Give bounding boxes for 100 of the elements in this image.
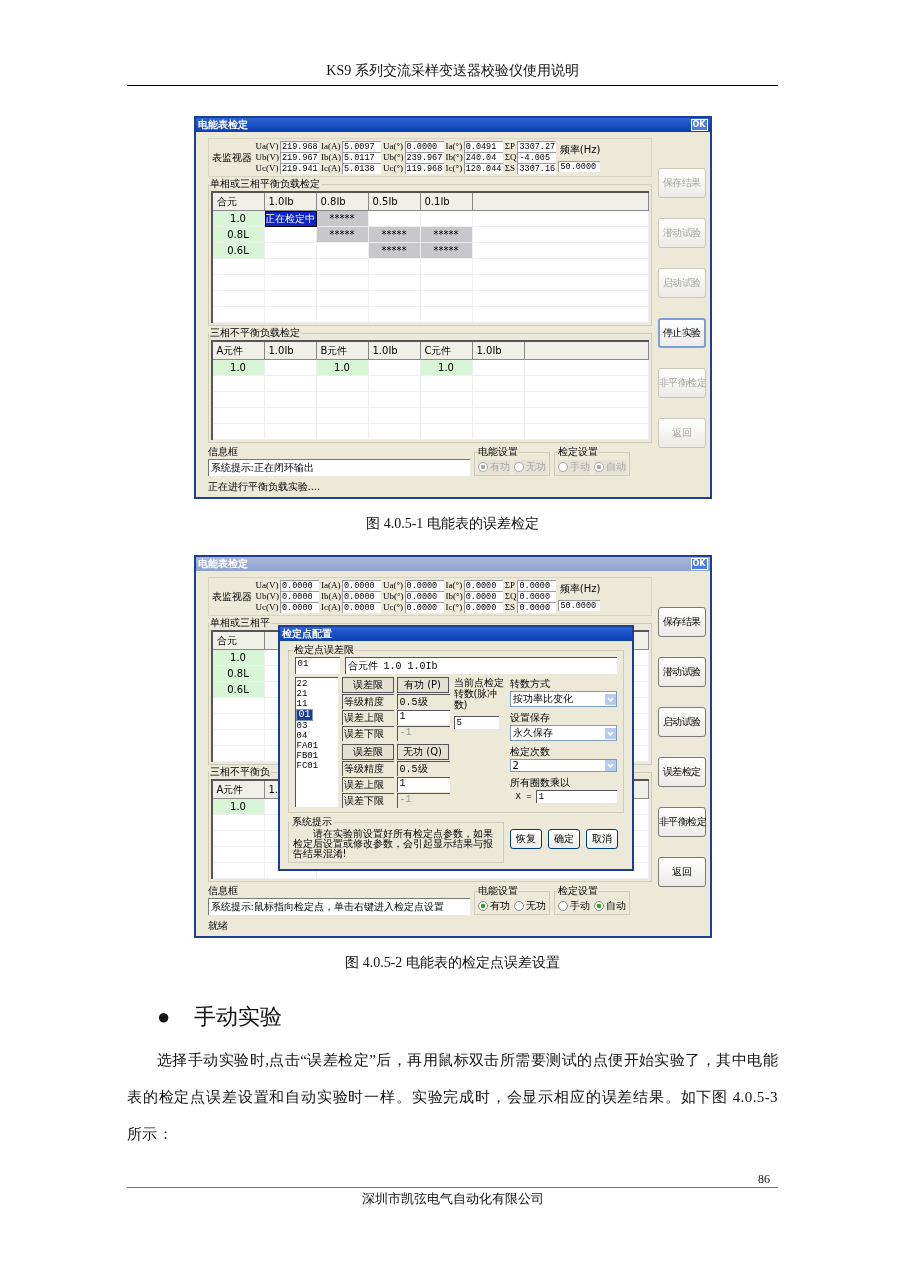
- table-cell[interactable]: *****: [368, 227, 421, 243]
- table-cell[interactable]: [316, 243, 369, 259]
- table-cell[interactable]: [212, 698, 265, 714]
- table-cell[interactable]: [212, 259, 265, 275]
- list-item[interactable]: FB01: [295, 751, 320, 761]
- action-button[interactable]: 启动试验: [657, 707, 706, 737]
- table-cell[interactable]: 0.6L: [212, 682, 265, 698]
- select-field[interactable]: 永久保存: [509, 725, 617, 741]
- table-cell[interactable]: [472, 275, 649, 291]
- table-cell[interactable]: *****: [420, 243, 473, 259]
- radio-button[interactable]: 无功: [513, 899, 546, 913]
- table-cell[interactable]: [212, 714, 265, 730]
- multiplier-field[interactable]: 1: [535, 790, 617, 803]
- table-cell[interactable]: [264, 227, 317, 243]
- table-cell[interactable]: [472, 211, 649, 227]
- table-cell[interactable]: *****: [420, 227, 473, 243]
- table-cell[interactable]: [420, 376, 473, 392]
- table-cell[interactable]: *****: [316, 211, 369, 227]
- table-cell[interactable]: 1.0: [212, 799, 265, 815]
- table-cell[interactable]: 1.0: [212, 211, 265, 227]
- table-cell[interactable]: [212, 815, 265, 831]
- table-cell[interactable]: [212, 730, 265, 746]
- radio-button[interactable]: 手动: [557, 899, 590, 913]
- list-item[interactable]: 01: [295, 709, 313, 721]
- table-cell[interactable]: [212, 847, 265, 863]
- table-cell[interactable]: [212, 424, 265, 440]
- action-button[interactable]: 停止实验: [657, 318, 706, 348]
- table-cell[interactable]: 1.0: [420, 360, 473, 376]
- ok-button[interactable]: OK: [690, 119, 708, 131]
- table-cell[interactable]: [472, 243, 649, 259]
- action-button[interactable]: 潜动试验: [657, 657, 706, 687]
- table-cell[interactable]: [212, 307, 265, 323]
- table-cell[interactable]: *****: [316, 227, 369, 243]
- list-item[interactable]: 21: [295, 689, 309, 699]
- limit-field[interactable]: 1: [396, 710, 450, 725]
- pulses-field[interactable]: 5: [453, 716, 499, 729]
- table-cell[interactable]: [420, 259, 473, 275]
- table-cell[interactable]: [524, 376, 649, 392]
- action-button[interactable]: 保存结果: [657, 607, 706, 637]
- table-cell[interactable]: [472, 259, 649, 275]
- table-cell[interactable]: [212, 746, 265, 762]
- select-field[interactable]: 2: [509, 759, 617, 772]
- action-button[interactable]: 非平衡检定: [657, 807, 706, 837]
- table-cell[interactable]: [212, 392, 265, 408]
- table-cell[interactable]: 1.0: [212, 650, 265, 666]
- table-cell[interactable]: 0.8L: [212, 666, 265, 682]
- table-cell[interactable]: [472, 376, 525, 392]
- table-cell[interactable]: [368, 307, 421, 323]
- table-cell[interactable]: [264, 259, 317, 275]
- ok-button[interactable]: OK: [690, 558, 708, 570]
- table-cell[interactable]: [472, 227, 649, 243]
- table-cell[interactable]: [264, 376, 317, 392]
- table-cell[interactable]: [264, 307, 317, 323]
- dialog-button[interactable]: 恢复: [509, 829, 542, 849]
- table-cell[interactable]: 0.8L: [212, 227, 265, 243]
- table-cell[interactable]: [524, 424, 649, 440]
- limit-field[interactable]: 1: [396, 777, 450, 792]
- radio-button[interactable]: 有功: [477, 899, 510, 913]
- radio-button[interactable]: 自动: [593, 899, 626, 913]
- table-cell[interactable]: [316, 376, 369, 392]
- select-field[interactable]: 按功率比变化: [509, 691, 617, 707]
- list-item[interactable]: 03: [295, 721, 309, 731]
- table-cell[interactable]: [264, 424, 317, 440]
- table-cell[interactable]: [472, 307, 649, 323]
- limit-field[interactable]: 0.5级: [396, 761, 450, 776]
- table-cell[interactable]: [212, 376, 265, 392]
- table-cell[interactable]: [212, 863, 265, 879]
- table-cell[interactable]: [472, 291, 649, 307]
- table-cell[interactable]: [316, 424, 369, 440]
- list-item[interactable]: FC01: [295, 761, 320, 771]
- list-item[interactable]: FA01: [295, 741, 320, 751]
- table-cell[interactable]: [316, 259, 369, 275]
- description-field[interactable]: 合元件 1.0 1.0Ib: [344, 657, 617, 674]
- table-cell[interactable]: [264, 360, 317, 376]
- dialog-button[interactable]: 确定: [547, 829, 580, 849]
- table-cell[interactable]: *****: [368, 243, 421, 259]
- table-cell[interactable]: [368, 376, 421, 392]
- table-cell[interactable]: [420, 307, 473, 323]
- list-item[interactable]: 22: [295, 679, 309, 689]
- table-cell[interactable]: [212, 408, 265, 424]
- table-cell[interactable]: [472, 360, 525, 376]
- table-cell[interactable]: [264, 243, 317, 259]
- table-cell[interactable]: [316, 307, 369, 323]
- table-cell[interactable]: [524, 392, 649, 408]
- table-cell[interactable]: [420, 424, 473, 440]
- table-cell[interactable]: [212, 831, 265, 847]
- table-cell[interactable]: [524, 408, 649, 424]
- code-field[interactable]: 01: [294, 657, 340, 674]
- table-cell[interactable]: [212, 275, 265, 291]
- action-button[interactable]: 返回: [657, 857, 706, 887]
- action-button[interactable]: 误差检定: [657, 757, 706, 787]
- limit-field[interactable]: 0.5级: [396, 694, 450, 709]
- table-cell[interactable]: 1.0: [316, 360, 369, 376]
- table-cell[interactable]: 0.6L: [212, 243, 265, 259]
- dialog-button[interactable]: 取消: [585, 829, 618, 849]
- table-cell[interactable]: [212, 291, 265, 307]
- list-item[interactable]: 11: [295, 699, 309, 709]
- table-cell[interactable]: [472, 424, 525, 440]
- table-cell[interactable]: [524, 360, 649, 376]
- table-cell[interactable]: [368, 360, 421, 376]
